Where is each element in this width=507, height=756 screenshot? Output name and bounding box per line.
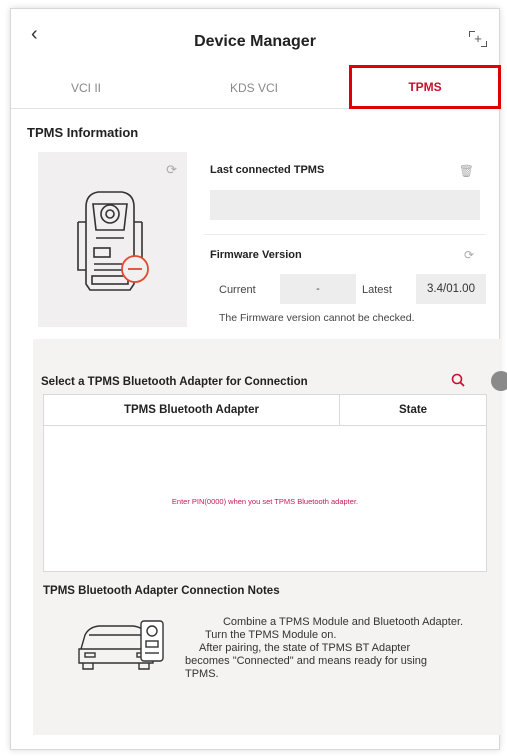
- tab-tpms[interactable]: TPMS: [349, 65, 501, 109]
- scroll-handle[interactable]: [491, 371, 507, 391]
- last-connected-label: Last connected TPMS: [210, 164, 325, 176]
- connection-notes-text: Combine a TPMS Module and Bluetooth Adap…: [185, 616, 493, 681]
- connection-notes-title: TPMS Bluetooth Adapter Connection Notes: [43, 585, 280, 597]
- tab-kds-vci[interactable]: KDS VCI: [179, 65, 329, 109]
- search-icon[interactable]: [451, 373, 465, 387]
- tpms-device-illustration: [77, 191, 149, 291]
- tab-vci-ii[interactable]: VCI II: [11, 65, 161, 109]
- column-header-state: State: [340, 395, 486, 426]
- trash-icon[interactable]: 🗑: [459, 164, 474, 178]
- note-line-3: After pairing, the state of TPMS BT Adap…: [199, 642, 411, 654]
- adapter-table: TPMS Bluetooth Adapter State Enter PIN(0…: [43, 394, 487, 572]
- update-icon[interactable]: ⟳: [464, 248, 474, 262]
- firmware-version-label: Firmware Version: [210, 249, 302, 261]
- device-manager-screen: ‹ Device Manager + VCI II KDS VCI TPMS T…: [10, 8, 507, 750]
- note-line-1: Combine a TPMS Module and Bluetooth Adap…: [222, 616, 464, 628]
- current-version-value: -: [280, 274, 356, 304]
- tpms-info-card: Last connected TPMS 🗑 Firmware Version ⟳…: [204, 152, 486, 327]
- header-bar: ‹ Device Manager +: [11, 9, 499, 65]
- tab-bar: VCI II KDS VCI TPMS: [11, 65, 501, 109]
- note-line-5: TPMS.: [185, 668, 219, 680]
- pin-hint-message: Enter PIN(0000) when you set TPMS Blueto…: [171, 497, 359, 506]
- adapter-selection-panel: Select a TPMS Bluetooth Adapter for Conn…: [33, 339, 507, 735]
- column-header-adapter: TPMS Bluetooth Adapter: [44, 395, 340, 426]
- last-connected-value: [210, 190, 480, 220]
- tpms-device-card: ⟳: [38, 152, 187, 327]
- latest-version-value: 3.4/01.00: [416, 274, 486, 304]
- tpms-information-title: TPMS Information: [27, 125, 139, 140]
- divider: [204, 234, 486, 235]
- current-label: Current: [219, 284, 256, 296]
- page-title: Device Manager: [194, 33, 316, 50]
- latest-label: Latest: [362, 284, 392, 296]
- car-with-adapter-illustration: [78, 620, 164, 670]
- adapter-select-title: Select a TPMS Bluetooth Adapter for Conn…: [41, 376, 308, 388]
- firmware-note: The Firmware version cannot be checked.: [219, 312, 415, 324]
- scan-frame-icon[interactable]: +: [469, 31, 487, 47]
- note-line-4: becomes "Connected" and means ready for …: [185, 655, 428, 667]
- note-line-2: Turn the TPMS Module on.: [205, 629, 337, 641]
